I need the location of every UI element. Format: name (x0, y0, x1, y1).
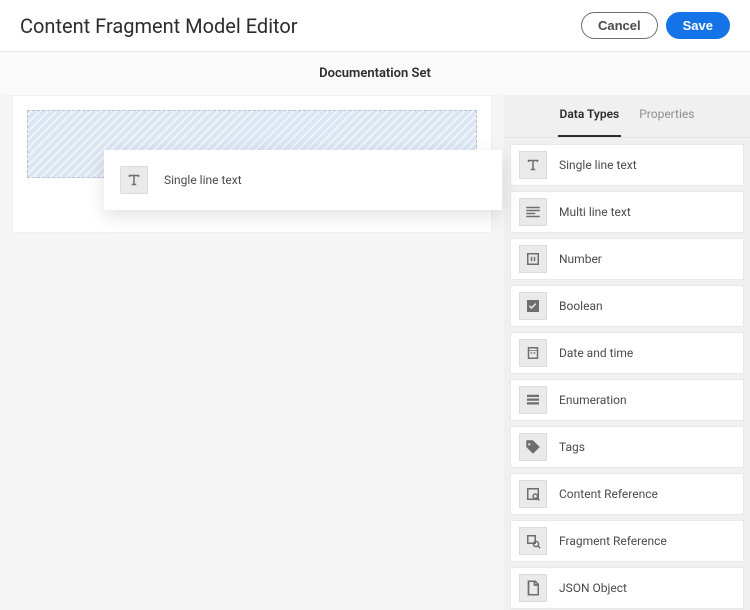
enum-icon (519, 386, 547, 414)
data-type-label: Enumeration (559, 393, 627, 407)
data-type-item[interactable]: Tags (510, 426, 744, 468)
header-actions: Cancel Save (581, 12, 730, 39)
data-type-item[interactable]: Number (510, 238, 744, 280)
data-type-item[interactable]: Fragment Reference (510, 520, 744, 562)
data-type-item[interactable]: JSON Object (510, 567, 744, 609)
drag-preview-label: Single line text (164, 173, 242, 187)
model-title: Documentation Set (0, 52, 750, 95)
drag-preview[interactable]: Single line text (104, 150, 502, 210)
text-icon (120, 166, 148, 194)
tag-icon (519, 433, 547, 461)
data-type-label: Multi line text (559, 205, 631, 219)
text-icon (519, 151, 547, 179)
data-type-item[interactable]: Enumeration (510, 379, 744, 421)
tab-data-types[interactable]: Data Types (560, 107, 620, 127)
data-type-label: Boolean (559, 299, 603, 313)
contentref-icon (519, 480, 547, 508)
page-title: Content Fragment Model Editor (20, 14, 298, 38)
header: Content Fragment Model Editor Cancel Sav… (0, 0, 750, 52)
data-type-list: Single line text Multi line text Number Boo… (504, 138, 750, 610)
data-type-item[interactable]: Single line text (510, 144, 744, 186)
boolean-icon (519, 292, 547, 320)
number-icon (519, 245, 547, 273)
data-type-label: Fragment Reference (559, 534, 667, 548)
data-type-label: JSON Object (559, 581, 627, 595)
tab-properties[interactable]: Properties (639, 107, 694, 127)
cancel-button[interactable]: Cancel (581, 12, 658, 39)
data-type-label: Single line text (559, 158, 637, 172)
fragref-icon (519, 527, 547, 555)
data-type-label: Content Reference (559, 487, 658, 501)
data-type-item[interactable]: Date and time (510, 332, 744, 374)
panel-tabs: Data Types Properties (504, 95, 750, 138)
json-icon (519, 574, 547, 602)
data-type-item[interactable]: Multi line text (510, 191, 744, 233)
right-panel: Data Types Properties Single line text Mu… (504, 95, 750, 610)
save-button[interactable]: Save (666, 12, 730, 39)
multiline-icon (519, 198, 547, 226)
date-icon (519, 339, 547, 367)
data-type-label: Date and time (559, 346, 633, 360)
data-type-item[interactable]: Boolean (510, 285, 744, 327)
data-type-label: Number (559, 252, 602, 266)
data-type-item[interactable]: Content Reference (510, 473, 744, 515)
data-type-label: Tags (559, 440, 585, 454)
